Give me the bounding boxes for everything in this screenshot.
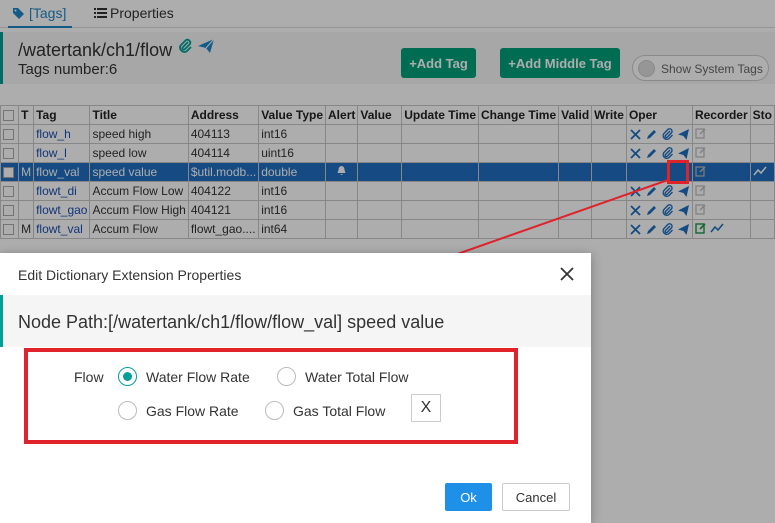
radio-label: Water Total Flow	[305, 368, 409, 385]
radio-gas-total-flow[interactable]: Gas Total Flow	[265, 401, 385, 420]
annotation-highlight-box	[667, 160, 689, 184]
node-path-accent	[0, 295, 3, 347]
radio-label: Gas Total Flow	[293, 402, 386, 419]
annotation-form-box	[24, 348, 518, 444]
radio-gas-flow-rate[interactable]: Gas Flow Rate	[118, 401, 239, 420]
close-icon[interactable]	[558, 265, 576, 283]
dialog-title: Edit Dictionary Extension Properties	[18, 267, 242, 283]
radio-water-total-flow[interactable]: Water Total Flow	[277, 367, 408, 386]
radio-label: Gas Flow Rate	[146, 402, 239, 419]
cancel-button[interactable]: Cancel	[502, 483, 570, 511]
radio-label: Water Flow Rate	[146, 368, 250, 385]
node-path-bar: Node Path:[/watertank/ch1/flow/flow_val]…	[0, 295, 591, 347]
radio-indicator	[118, 401, 137, 420]
radio-indicator	[277, 367, 296, 386]
node-path-text: Node Path:[/watertank/ch1/flow/flow_val]…	[18, 312, 445, 332]
ok-button[interactable]: Ok	[445, 483, 492, 511]
radio-water-flow-rate[interactable]: Water Flow Rate	[118, 367, 250, 386]
radio-indicator	[265, 401, 284, 420]
flow-label: Flow	[74, 369, 104, 385]
radio-indicator	[118, 367, 137, 386]
clear-selection-button[interactable]: X	[411, 394, 441, 422]
